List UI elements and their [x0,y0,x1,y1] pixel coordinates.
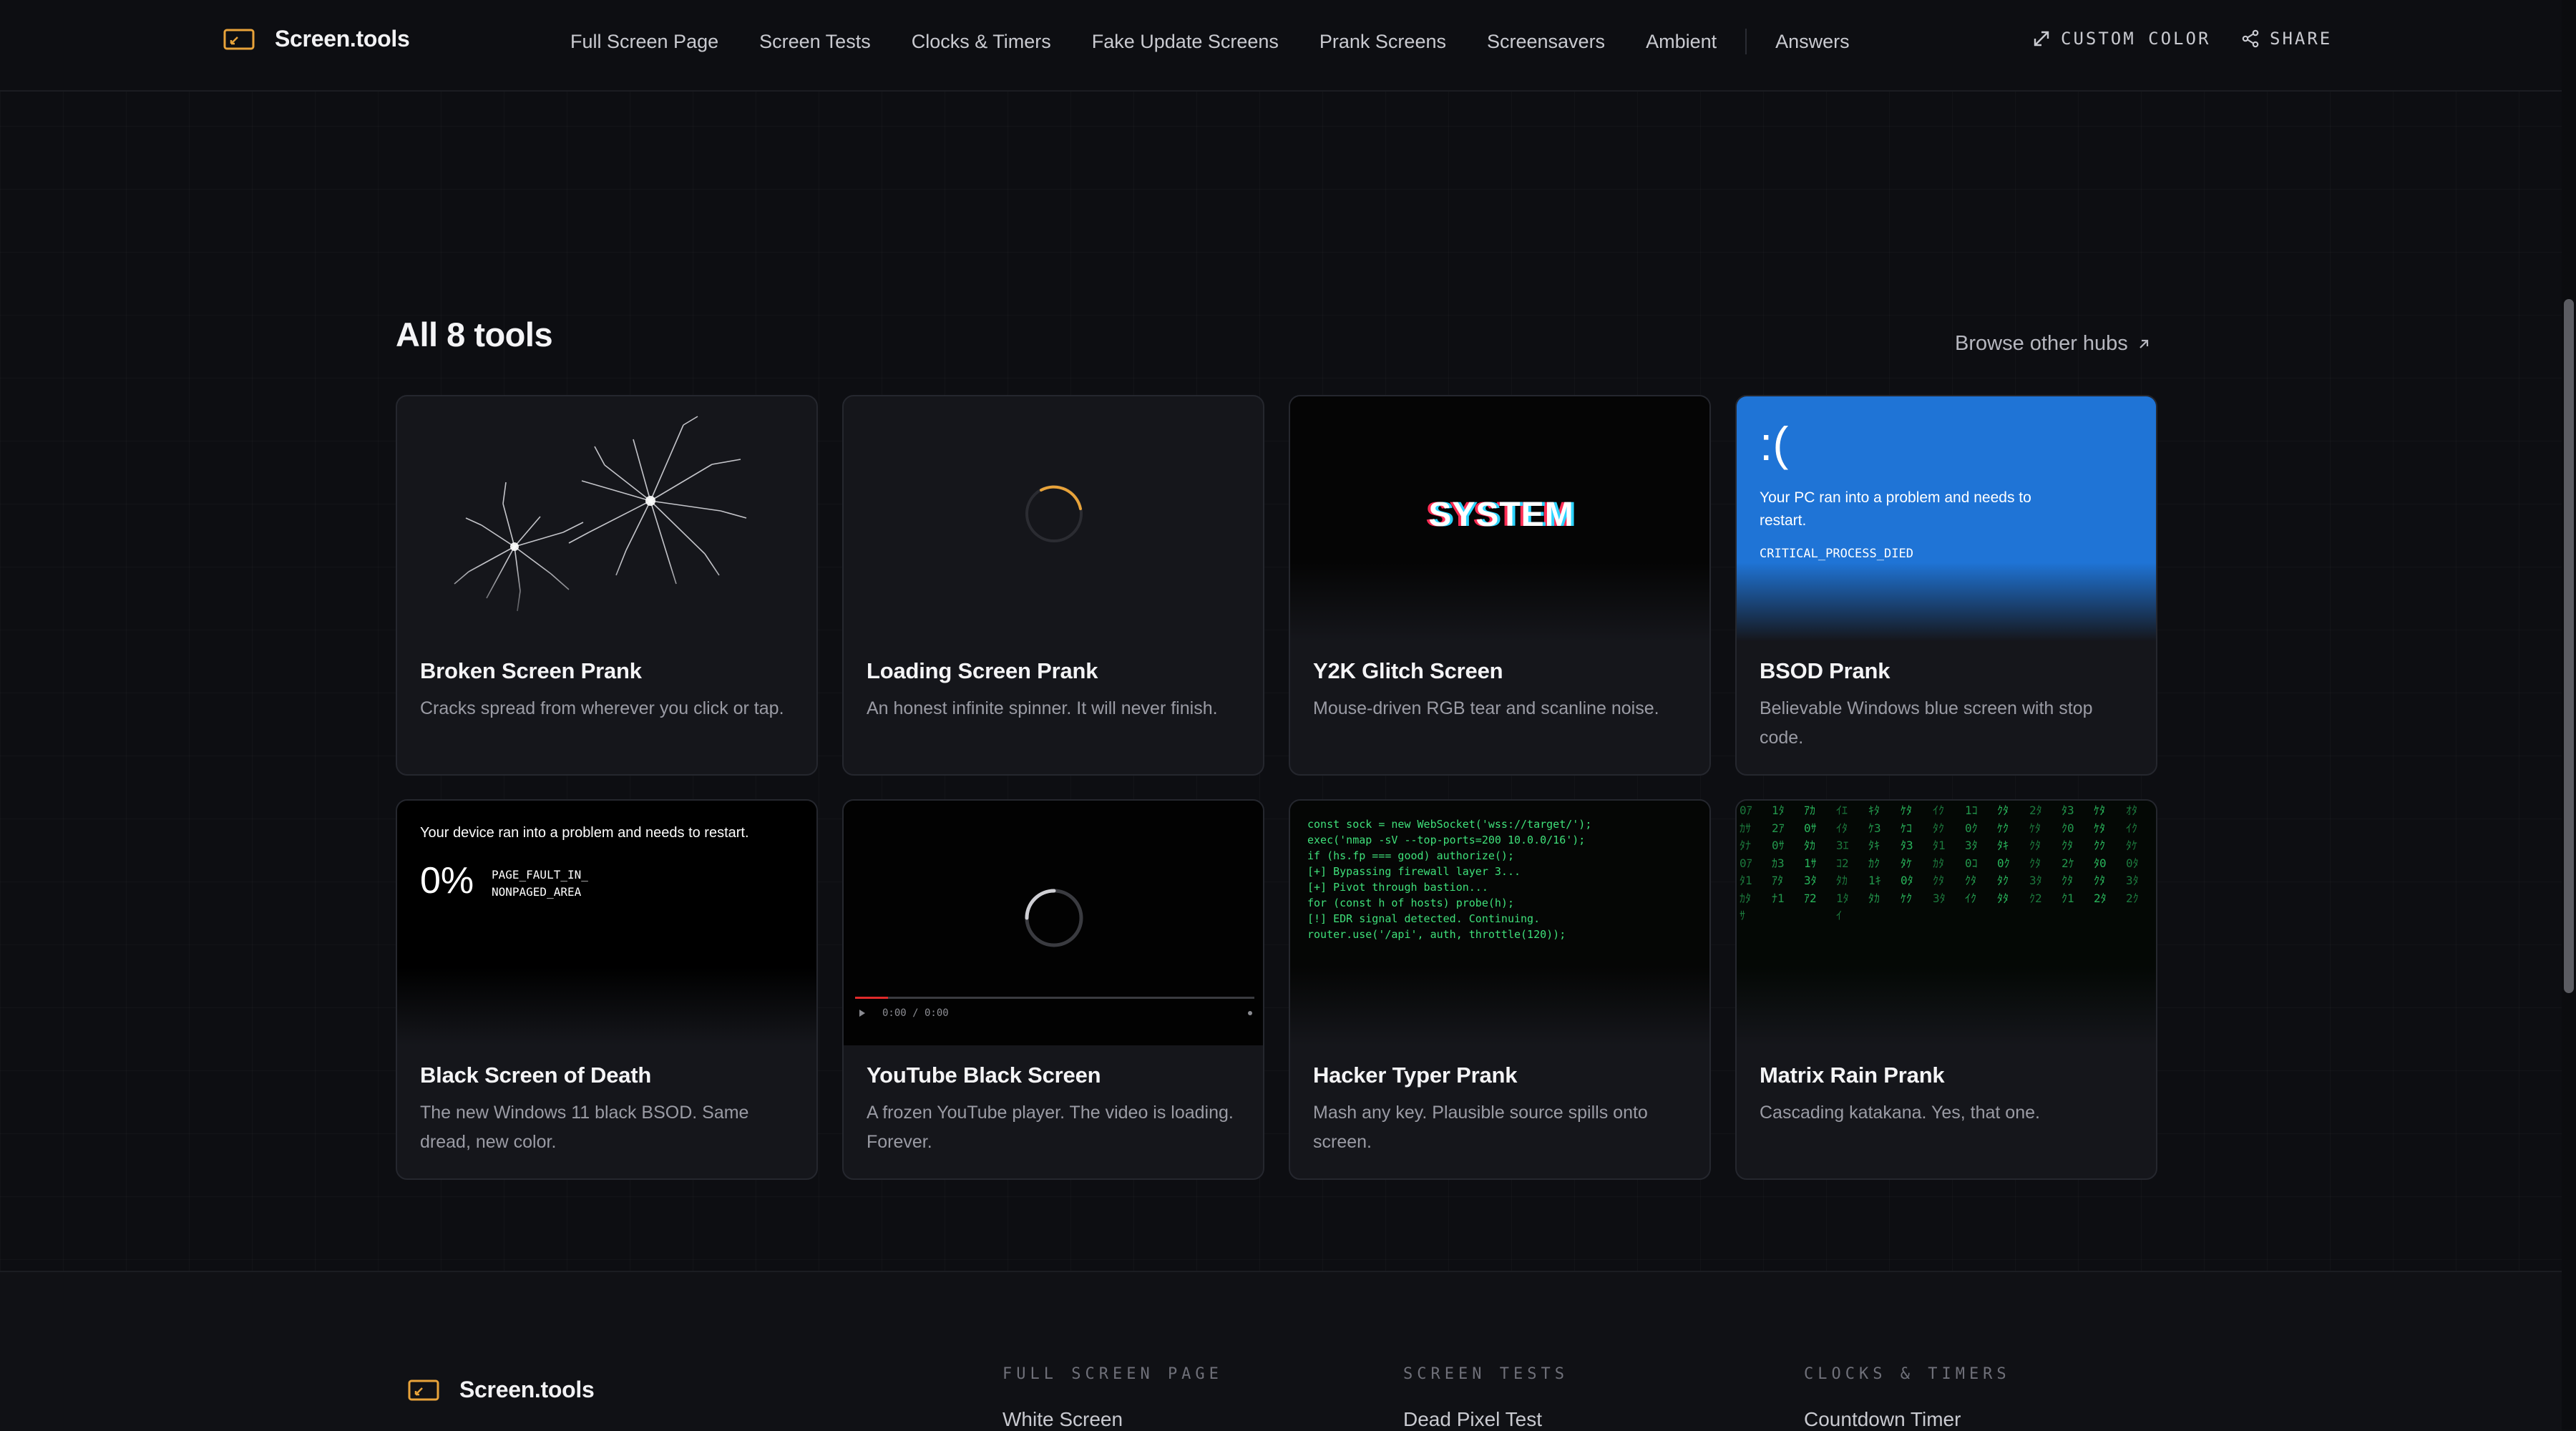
loading-screen-preview [844,396,1263,641]
card-description: Mouse-driven RGB tear and scanline noise… [1313,698,1659,718]
card-description: Mash any key. Plausible source spills on… [1313,1103,1648,1152]
card-description: Cascading katakana. Yes, that one. [1760,1103,2040,1123]
tool-card-y2k-glitch[interactable]: SYSTEM SYSTEM SYSTEM Y2K Glitch Screen M… [1289,395,1711,776]
bsod-stop-code: CRITICAL_PROCESS_DIED [1760,547,1913,561]
code-line: [!] EDR signal detected. Continuing. [1307,912,1541,925]
tool-card-matrix-rain[interactable]: 0ｱｶｻﾀﾅ0ｱﾀ1ｶﾀｻ 1ﾀ2ｱ0ｻｶ3ｱﾀﾅ1 ｱｶ0ｻﾀｶ1ｻ3ﾀｱ2 ｲｴｲ… [1735,799,2157,1180]
code-line: if (hs.fp === good) authorize(); [1307,849,1514,862]
expand-icon [2034,31,2049,47]
matrix-column: ｲｴｲﾀ3ｴｺ2ﾀｶ1ﾀｲ [1836,804,1849,922]
tool-card-bsod[interactable]: :( Your PC ran into a problem and needs … [1735,395,2157,776]
broken-screen-preview [397,396,816,641]
nav-divider [1745,29,1747,54]
matrix-rain-preview: 0ｱｶｻﾀﾅ0ｱﾀ1ｶﾀｻ 1ﾀ2ｱ0ｻｶ3ｱﾀﾅ1 ｱｶ0ｻﾀｶ1ｻ3ﾀｱ2 ｲｴｲ… [1737,801,2156,1045]
card-title: Black Screen of Death [420,1063,652,1088]
card-title: Loading Screen Prank [867,658,1098,683]
card-title: Matrix Rain Prank [1760,1063,1945,1088]
code-output: const sock = new WebSocket('wss://target… [1307,816,1591,942]
card-description: Cracks spread from wherever you click or… [420,698,784,718]
code-line: const sock = new WebSocket('wss://target… [1307,818,1592,831]
card-title: Y2K Glitch Screen [1313,658,1503,683]
tool-card-youtube-black-screen[interactable]: 0:00 / 0:00 YouTube Black Screen A froze… [842,799,1264,1180]
code-line: [+] Bypassing firewall layer 3... [1307,865,1521,878]
card-title: BSOD Prank [1760,658,1890,683]
video-time: 0:00 / 0:00 [882,1007,949,1019]
card-description: The new Windows 11 black BSOD. Same drea… [420,1103,749,1152]
card-description: A frozen YouTube player. The video is lo… [867,1103,1234,1152]
sad-face: :( [1760,417,1789,470]
bsod-message: Your PC ran into a problem and needs to … [1760,489,2031,529]
site-footer [0,1271,2562,1431]
hacker-typer-preview: const sock = new WebSocket('wss://target… [1290,801,1709,1045]
nav-full-screen-page[interactable]: Full Screen Page [570,31,718,53]
stop-code-line-2: NONPAGED_AREA [492,885,582,899]
main-nav: Full Screen Page Screen Tests Clocks & T… [570,29,1890,54]
section-title: All 8 tools [396,316,553,353]
black-bsod-preview: Your device ran into a problem and needs… [397,801,816,1045]
card-title: Hacker Typer Prank [1313,1063,1518,1088]
footer-heading-full-screen-page: FULL SCREEN PAGE [1002,1365,1223,1383]
share-button[interactable]: SHARE [2241,29,2332,49]
nav-ambient[interactable]: Ambient [1646,31,1717,53]
nav-screen-tests[interactable]: Screen Tests [759,31,871,53]
footer-heading-clocks-timers: CLOCKS & TIMERS [1804,1365,2011,1383]
matrix-column: ｸﾀｹｸﾀｷ0ｸﾀｸﾀﾀ [1997,804,2010,905]
card-description: Believable Windows blue screen with stop… [1760,698,2093,748]
code-line: for (const h of hosts) probe(h); [1307,897,1514,909]
footer-link-white-screen[interactable]: White Screen [1002,1408,1123,1431]
black-bsod-message: Your device ran into a problem and needs… [420,825,749,841]
progress-percent: 0% [420,860,474,902]
glitch-text: SYSTEM [1428,496,1574,534]
arrow-up-right-icon [2140,339,2148,348]
background-grid [0,0,2562,1430]
matrix-column: 1ｺ0ｸ3ﾀ0ｺｸﾀｲｸ [1965,804,1978,905]
card-title: Broken Screen Prank [420,658,642,683]
screen-logo-icon [408,1379,439,1400]
matrix-column: ｹﾀｹｺﾀ3ﾀｹ0ﾀｹｸ [1901,804,1913,905]
stop-code-line-1: PAGE_FAULT_IN_ [492,868,588,881]
scrollbar-thumb[interactable] [2564,299,2574,993]
browse-other-hubs-link[interactable]: Browse other hubs [1955,332,2151,356]
nav-prank-screens[interactable]: Prank Screens [1319,31,1446,53]
nav-screensavers[interactable]: Screensavers [1487,31,1605,53]
code-line: [+] Pivot through bastion... [1307,881,1488,894]
matrix-column: 0ｱｶｻﾀﾅ0ｱﾀ1ｶﾀｻ [1740,804,1752,922]
matrix-column: ｷﾀｹ3ﾀｷｶｸ1ｷﾀｶ [1868,804,1881,905]
matrix-column: ｹﾀｹﾀｸｸﾀ0ｸﾀ2ﾀ [2094,804,2107,905]
youtube-preview: 0:00 / 0:00 [844,801,1263,1045]
matrix-column: ｱｶ0ｻﾀｶ1ｻ3ﾀｱ2 [1804,804,1817,905]
footer-link-countdown-timer[interactable]: Countdown Timer [1804,1408,1961,1431]
nav-clocks-timers[interactable]: Clocks & Timers [912,31,1051,53]
matrix-column: ﾀ3ｸ0ｸﾀ2ｹｸﾀｸ1 [2062,804,2074,905]
footer-heading-screen-tests: SCREEN TESTS [1403,1365,1568,1383]
matrix-column: ｵﾀｲｸﾀｹ0ﾀ3ﾀ2ｸ [2126,804,2139,905]
screen-logo-icon [223,29,255,49]
y2k-glitch-preview: SYSTEM SYSTEM SYSTEM [1290,396,1709,641]
tool-card-broken-screen[interactable]: Broken Screen Prank Cracks spread from w… [396,395,818,776]
share-icon [2242,29,2259,48]
code-line: exec('nmap -sV --top-ports=200 10.0.0/16… [1307,834,1586,846]
card-title: YouTube Black Screen [867,1063,1101,1088]
tool-card-black-screen-of-death[interactable]: Your device ran into a problem and needs… [396,799,818,1180]
bsod-preview: :( Your PC ran into a problem and needs … [1737,396,2156,641]
tool-card-loading-screen[interactable]: Loading Screen Prank An honest infinite … [842,395,1264,776]
nav-fake-update-screens[interactable]: Fake Update Screens [1092,31,1279,53]
code-line: router.use('/api', auth, throttle(120)); [1307,928,1566,941]
matrix-column: 1ﾀ2ｱ0ｻｶ3ｱﾀﾅ1 [1772,804,1785,905]
custom-color-button[interactable]: CUSTOM COLOR [2032,29,2210,49]
nav-answers[interactable]: Answers [1775,31,1850,53]
tool-card-hacker-typer[interactable]: const sock = new WebSocket('wss://target… [1289,799,1711,1180]
site-header: Screen.tools Full Screen Page Screen Tes… [0,0,2562,92]
footer-logo-text: Screen.tools [459,1377,595,1402]
footer-link-dead-pixel-test[interactable]: Dead Pixel Test [1403,1408,1542,1431]
matrix-column: 2ﾀｹﾀｸﾀｸﾀ3ﾀｸ2 [2029,804,2042,905]
site-logo[interactable]: Screen.tools [223,26,410,52]
footer-logo[interactable]: Screen.tools [408,1377,595,1403]
matrix-column: ｲｸﾀｸﾀ1ｶﾀｸﾀ3ﾀ [1933,804,1946,905]
card-description: An honest infinite spinner. It will neve… [867,698,1218,718]
logo-text: Screen.tools [275,26,410,52]
